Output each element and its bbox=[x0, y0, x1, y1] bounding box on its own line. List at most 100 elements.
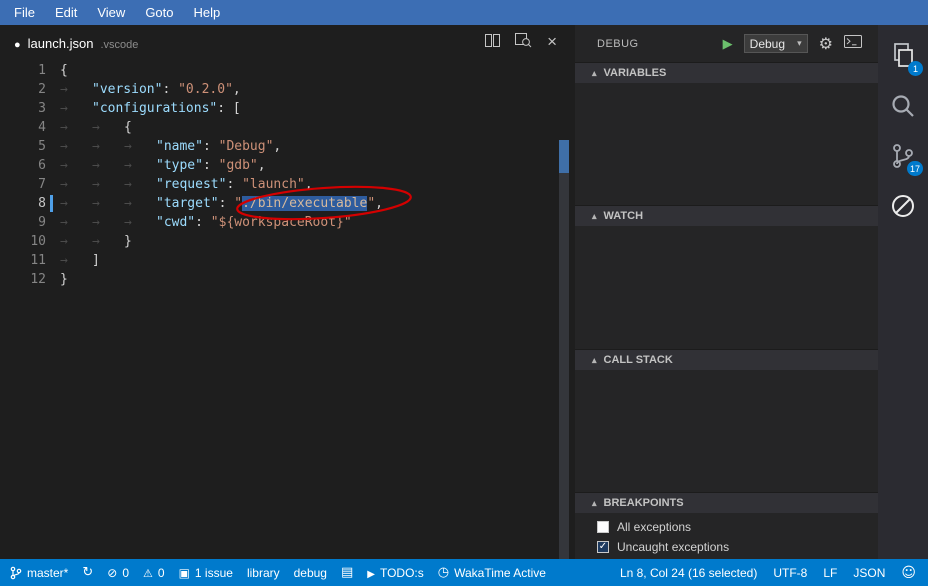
menu-item-file[interactable]: File bbox=[4, 0, 45, 25]
code-token: "${workspaceRoot}" bbox=[211, 215, 352, 230]
label: 0 bbox=[158, 566, 165, 580]
activity-bar: 1 17 bbox=[878, 25, 928, 559]
sync-button[interactable] bbox=[82, 565, 93, 580]
code-line-3[interactable]: 3→"configurations": [ bbox=[0, 99, 575, 118]
whitespace-arrow: → bbox=[60, 175, 92, 194]
todos-item[interactable]: TODO:s bbox=[367, 566, 423, 580]
code-line-12[interactable]: 12} bbox=[0, 270, 575, 289]
cursor-indicator bbox=[50, 195, 53, 212]
book-item[interactable] bbox=[341, 565, 353, 580]
code-line-2[interactable]: 2→"version": "0.2.0", bbox=[0, 80, 575, 99]
start-debug-icon[interactable] bbox=[723, 35, 733, 53]
section-label: BREAKPOINTS bbox=[604, 497, 684, 509]
scrollbar-thumb[interactable] bbox=[559, 140, 569, 173]
code-token: , bbox=[305, 177, 313, 192]
code-token: : bbox=[219, 196, 235, 211]
vscode-window: FileEditViewGotoHelp ● launch.json .vsco… bbox=[0, 0, 928, 586]
code-token: "target" bbox=[156, 196, 219, 211]
line-number: 7 bbox=[0, 175, 46, 194]
debug-toolbar: DEBUG Debug bbox=[575, 25, 878, 62]
code-token: { bbox=[124, 120, 132, 135]
debug-config-dropdown[interactable]: Debug bbox=[744, 34, 808, 53]
encoding[interactable]: UTF-8 bbox=[773, 566, 807, 580]
line-number: 3 bbox=[0, 99, 46, 118]
debug-panel-title: DEBUG bbox=[597, 38, 639, 50]
code-line-8[interactable]: 8→→→"target": "./bin/executable", bbox=[0, 194, 575, 213]
label: WakaTime Active bbox=[454, 566, 546, 580]
selected-text: ./bin/executable bbox=[242, 196, 367, 211]
label: UTF-8 bbox=[773, 566, 807, 580]
activity-source-control-button[interactable]: 17 bbox=[886, 141, 920, 175]
breakpoints-panel: All exceptions Uncaught exceptions bbox=[575, 513, 878, 559]
code-token: , bbox=[375, 196, 383, 211]
git-branch-item[interactable]: master* bbox=[10, 566, 68, 580]
language-mode[interactable]: JSON bbox=[853, 566, 885, 580]
breakpoint-all-exceptions[interactable]: All exceptions bbox=[575, 517, 878, 537]
line-number: 4 bbox=[0, 118, 46, 137]
scrollbar[interactable] bbox=[559, 140, 569, 559]
section-header-callstack[interactable]: CALL STACK bbox=[575, 349, 878, 370]
error-count[interactable]: 0 bbox=[107, 566, 129, 580]
wakatime-item[interactable]: WakaTime Active bbox=[438, 565, 546, 580]
code-line-6[interactable]: 6→→→"type": "gdb", bbox=[0, 156, 575, 175]
statusbar-left: master* 0 0 1 issue library debug TODO:s WakaTi… bbox=[0, 565, 546, 580]
sync-icon bbox=[82, 565, 93, 580]
breakpoint-uncaught-exceptions[interactable]: Uncaught exceptions bbox=[575, 537, 878, 557]
collapse-icon bbox=[592, 210, 597, 222]
label: 0 bbox=[122, 566, 129, 580]
warning-count[interactable]: 0 bbox=[143, 566, 165, 580]
menu-item-help[interactable]: Help bbox=[184, 0, 231, 25]
activity-explorer-button[interactable]: 1 bbox=[886, 41, 920, 75]
code-token: "0.2.0" bbox=[178, 82, 233, 97]
whitespace-arrow: → bbox=[92, 194, 124, 213]
menu-item-goto[interactable]: Goto bbox=[135, 0, 183, 25]
smiley-icon bbox=[901, 565, 916, 581]
tab-launch-json[interactable]: ● launch.json .vscode bbox=[0, 36, 138, 51]
close-icon[interactable] bbox=[547, 34, 557, 52]
scm-count-badge: 17 bbox=[907, 161, 923, 176]
label: LF bbox=[823, 566, 837, 580]
line-number: 10 bbox=[0, 232, 46, 251]
cursor-position[interactable]: Ln 8, Col 24 (16 selected) bbox=[620, 566, 757, 580]
activity-debug-button[interactable] bbox=[886, 191, 920, 225]
checkbox-all-exceptions[interactable] bbox=[597, 521, 609, 533]
code-line-1[interactable]: 1{ bbox=[0, 61, 575, 80]
whitespace-arrow: → bbox=[124, 156, 156, 175]
split-editor-icon[interactable] bbox=[485, 34, 500, 52]
line-number: 9 bbox=[0, 213, 46, 232]
code-token: : bbox=[195, 215, 211, 230]
chevron-down-icon bbox=[797, 38, 802, 49]
section-header-breakpoints[interactable]: BREAKPOINTS bbox=[575, 492, 878, 513]
debug-console-icon[interactable] bbox=[844, 35, 862, 53]
eol[interactable]: LF bbox=[823, 566, 837, 580]
line-number: 11 bbox=[0, 251, 46, 270]
label: Ln 8, Col 24 (16 selected) bbox=[620, 566, 757, 580]
callstack-panel bbox=[575, 370, 878, 492]
tab-title: launch.json bbox=[28, 36, 94, 51]
checkbox-uncaught-exceptions[interactable] bbox=[597, 541, 609, 553]
code-line-10[interactable]: 10→→} bbox=[0, 232, 575, 251]
open-preview-icon[interactable] bbox=[515, 33, 532, 53]
code-line-5[interactable]: 5→→→"name": "Debug", bbox=[0, 137, 575, 156]
menu-item-edit[interactable]: Edit bbox=[45, 0, 87, 25]
label: debug bbox=[294, 566, 327, 580]
feedback-smiley[interactable] bbox=[901, 565, 916, 581]
activity-search-button[interactable] bbox=[886, 91, 920, 125]
section-header-watch[interactable]: WATCH bbox=[575, 205, 878, 226]
debug-item[interactable]: debug bbox=[294, 566, 327, 580]
code-editor[interactable]: 1{2→"version": "0.2.0",3→"configurations… bbox=[0, 61, 575, 559]
menu-item-view[interactable]: View bbox=[87, 0, 135, 25]
configure-gear-icon[interactable] bbox=[819, 34, 833, 54]
issues-item[interactable]: 1 issue bbox=[179, 566, 233, 580]
library-item[interactable]: library bbox=[247, 566, 280, 580]
section-header-variables[interactable]: VARIABLES bbox=[575, 62, 878, 83]
section-label: VARIABLES bbox=[604, 67, 667, 79]
code-line-4[interactable]: 4→→{ bbox=[0, 118, 575, 137]
code-token: } bbox=[60, 272, 68, 287]
code-line-9[interactable]: 9→→→"cwd": "${workspaceRoot}" bbox=[0, 213, 575, 232]
tab-bar: ● launch.json .vscode bbox=[0, 25, 575, 61]
code-token: "name" bbox=[156, 139, 203, 154]
code-line-7[interactable]: 7→→→"request": "launch", bbox=[0, 175, 575, 194]
code-token: "cwd" bbox=[156, 215, 195, 230]
code-line-11[interactable]: 11→] bbox=[0, 251, 575, 270]
